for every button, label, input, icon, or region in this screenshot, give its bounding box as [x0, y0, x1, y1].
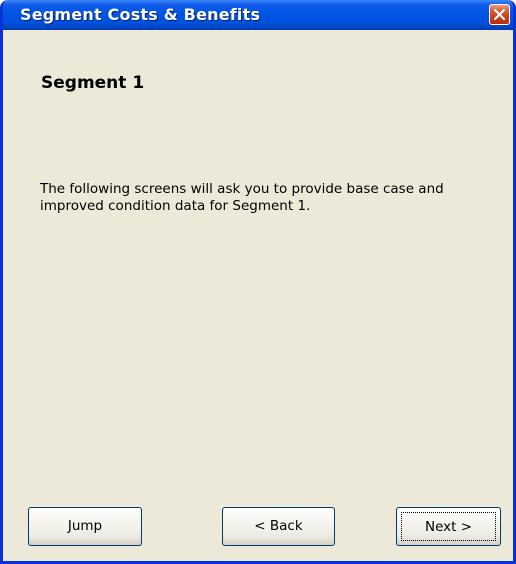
window-title: Segment Costs & Benefits	[20, 5, 261, 24]
instruction-text: The following screens will ask you to pr…	[40, 181, 444, 214]
jump-button[interactable]: Jump	[28, 507, 142, 546]
next-button[interactable]: Next >	[396, 507, 501, 546]
dialog-window: Segment Costs & Benefits Segment 1 The f…	[0, 0, 516, 564]
next-button-label: Next >	[401, 512, 496, 541]
page-heading: Segment 1	[41, 73, 145, 93]
close-button[interactable]	[489, 4, 510, 25]
title-bar[interactable]: Segment Costs & Benefits	[3, 0, 513, 30]
back-button[interactable]: < Back	[222, 507, 335, 546]
close-x-icon	[493, 8, 506, 21]
